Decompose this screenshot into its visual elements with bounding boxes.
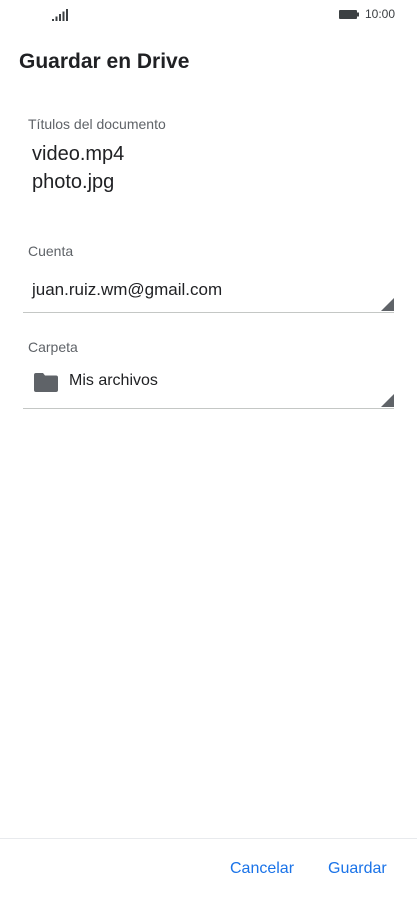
bottom-divider <box>0 838 417 839</box>
document-titles-list: video.mp4 photo.jpg <box>32 140 124 196</box>
account-spinner[interactable]: juan.ruiz.wm@gmail.com <box>23 268 394 313</box>
status-bar: 10:00 <box>0 0 417 30</box>
folder-icon <box>34 373 58 392</box>
document-title-item: photo.jpg <box>32 171 115 193</box>
account-label: Cuenta <box>28 243 74 259</box>
dropdown-arrow-icon <box>381 394 394 407</box>
battery-icon <box>339 10 359 19</box>
document-title-item: video.mp4 <box>32 143 125 165</box>
folder-label: Carpeta <box>28 339 78 355</box>
folder-value: Mis archivos <box>69 372 158 389</box>
folder-spinner[interactable]: Mis archivos <box>23 364 394 409</box>
save-button[interactable]: Guardar <box>328 860 387 878</box>
dropdown-arrow-icon <box>381 298 394 311</box>
status-time: 10:00 <box>364 7 395 21</box>
cancel-button[interactable]: Cancelar <box>230 860 294 878</box>
signal-icon <box>52 9 68 21</box>
page-title: Guardar en Drive <box>19 50 190 73</box>
account-value: juan.ruiz.wm@gmail.com <box>32 280 223 299</box>
documents-label: Títulos del documento <box>28 116 166 132</box>
